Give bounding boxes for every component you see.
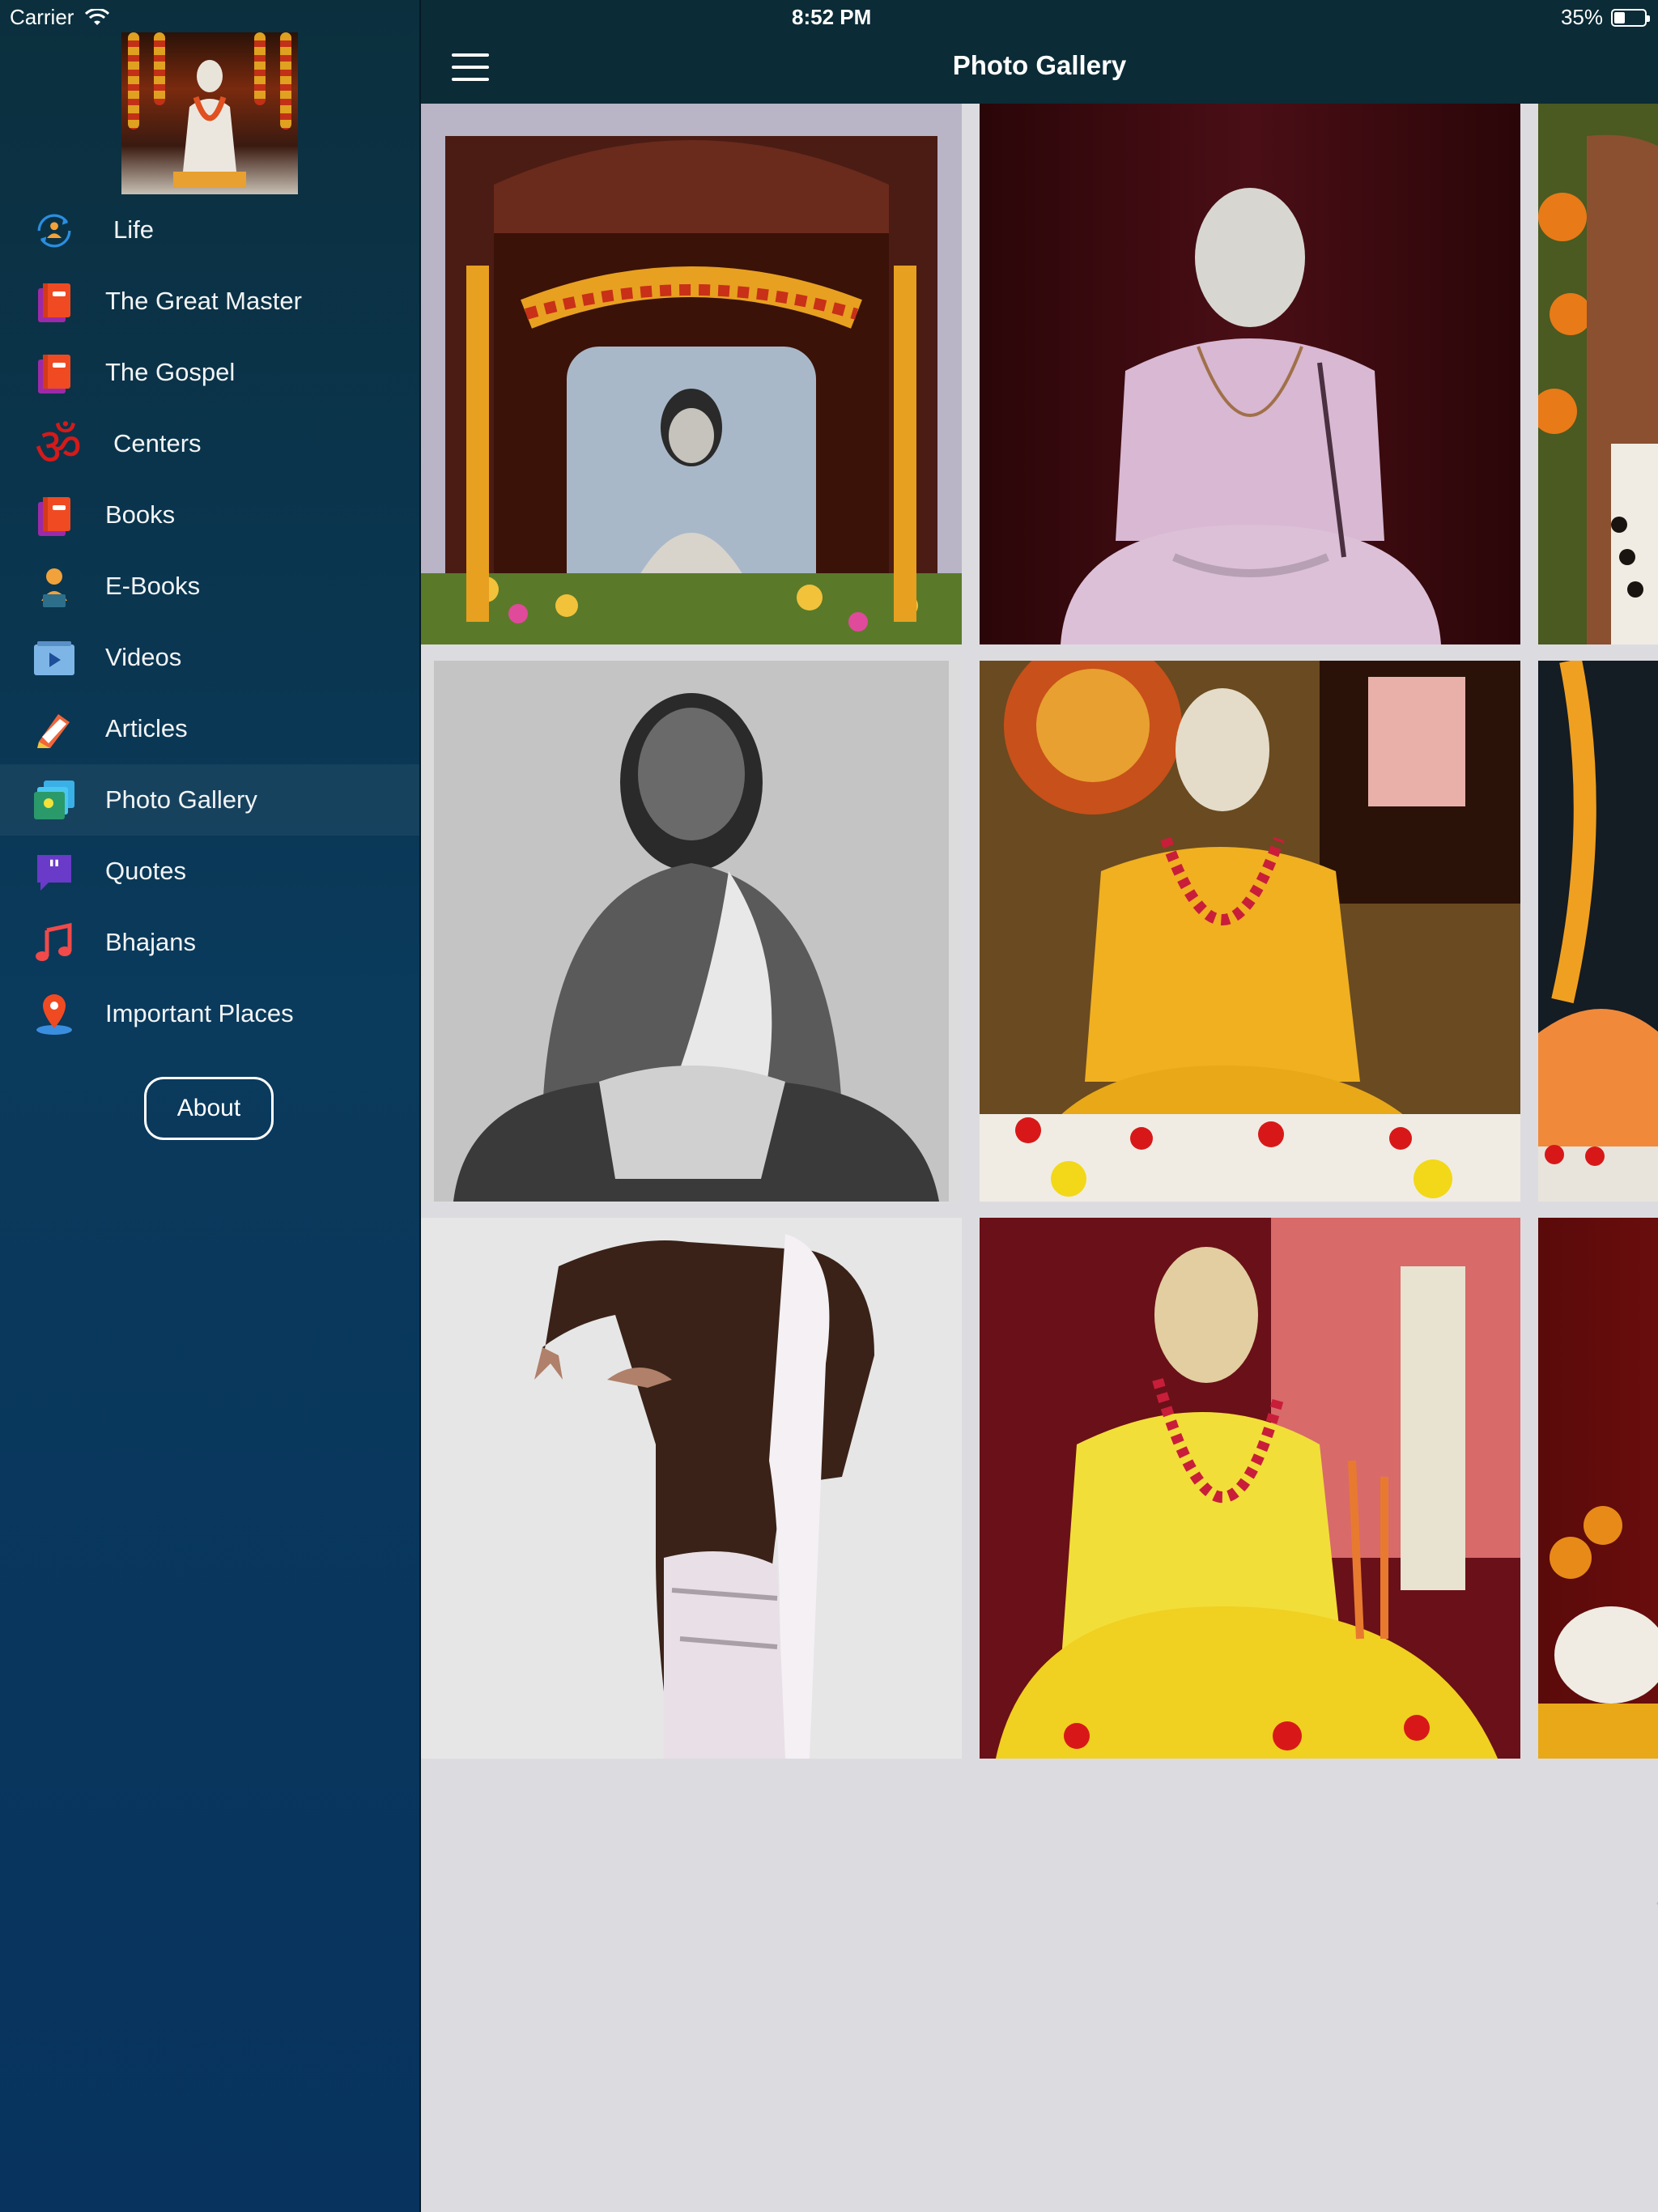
gallery-photo-8[interactable] <box>980 1218 1520 1759</box>
sidebar-item-photo-gallery[interactable]: Photo Gallery <box>0 764 419 836</box>
gallery-photo-7[interactable] <box>421 1218 962 1759</box>
gallery-photo-4[interactable] <box>421 661 962 1202</box>
sidebar-item-label: The Great Master <box>105 287 302 315</box>
book-icon <box>32 280 76 324</box>
carrier-label: Carrier <box>10 5 74 29</box>
wifi-icon <box>85 8 110 25</box>
location-pin-icon <box>32 993 76 1036</box>
gallery-photo-6[interactable] <box>1538 661 1658 1202</box>
gallery-photo-3[interactable] <box>1538 104 1658 644</box>
sidebar-item-label: Videos <box>105 643 182 671</box>
sidebar-item-label: Important Places <box>105 999 294 1027</box>
sidebar-item-label: E-Books <box>105 572 201 600</box>
sidebar-item-label: Bhajans <box>105 928 197 956</box>
sidebar-item-articles[interactable]: Articles <box>0 693 419 764</box>
sidebar-item-label: Books <box>105 500 176 529</box>
quote-icon: " <box>32 850 76 894</box>
sidebar-item-label: Life <box>113 215 154 244</box>
sidebar-header-photo <box>121 32 298 194</box>
sidebar-item-bhajans[interactable]: Bhajans <box>0 907 419 978</box>
life-cycle-icon <box>32 209 76 253</box>
gallery-photo-9[interactable] <box>1538 1218 1658 1759</box>
gallery-photo-5[interactable] <box>980 661 1520 1202</box>
status-battery: 35% <box>1560 5 1650 30</box>
sidebar-item-label: Centers <box>113 429 202 457</box>
photo-grid <box>421 104 1658 2212</box>
book-icon <box>32 351 76 395</box>
svg-text:": " <box>48 856 61 884</box>
sidebar-item-quotes[interactable]: " Quotes <box>0 836 419 907</box>
sidebar-item-books[interactable]: Books <box>0 479 419 551</box>
battery-icon <box>1611 8 1650 27</box>
gallery-photo-2[interactable] <box>980 104 1520 644</box>
about-button[interactable]: About <box>144 1077 274 1140</box>
sidebar-item-label: Quotes <box>105 857 186 885</box>
book-icon <box>32 494 76 538</box>
page-title: Photo Gallery <box>952 50 1127 80</box>
status-time: 8:52 PM <box>792 5 872 29</box>
sidebar-item-the-gospel[interactable]: The Gospel <box>0 337 419 408</box>
video-icon <box>32 636 76 680</box>
sidebar-item-important-places[interactable]: Important Places <box>0 978 419 1049</box>
reader-icon <box>32 565 76 609</box>
side-menu-list: Life The Great Master The Gospel ॐ Cente… <box>0 194 419 1049</box>
sidebar-item-e-books[interactable]: E-Books <box>0 551 419 622</box>
statue-figure <box>173 60 246 188</box>
nav-bar: Photo Gallery <box>421 0 1658 104</box>
sidebar-item-videos[interactable]: Videos <box>0 622 419 693</box>
gallery-photo-1[interactable] <box>421 104 962 644</box>
sidebar-item-centers[interactable]: ॐ Centers <box>0 408 419 479</box>
side-menu: Life The Great Master The Gospel ॐ Cente… <box>0 0 421 2212</box>
sidebar-item-life[interactable]: Life <box>0 194 419 266</box>
sidebar-item-label: Articles <box>105 714 188 742</box>
battery-percent: 35% <box>1560 5 1603 29</box>
om-icon: ॐ <box>34 417 83 478</box>
articles-icon <box>32 708 76 751</box>
sidebar-item-label: The Gospel <box>105 358 236 386</box>
sidebar-item-the-great-master[interactable]: The Great Master <box>0 266 419 337</box>
music-note-icon <box>32 921 76 965</box>
status-carrier: Carrier <box>10 5 110 30</box>
sidebar-item-label: Photo Gallery <box>105 785 257 814</box>
photo-gallery-icon <box>32 779 76 823</box>
